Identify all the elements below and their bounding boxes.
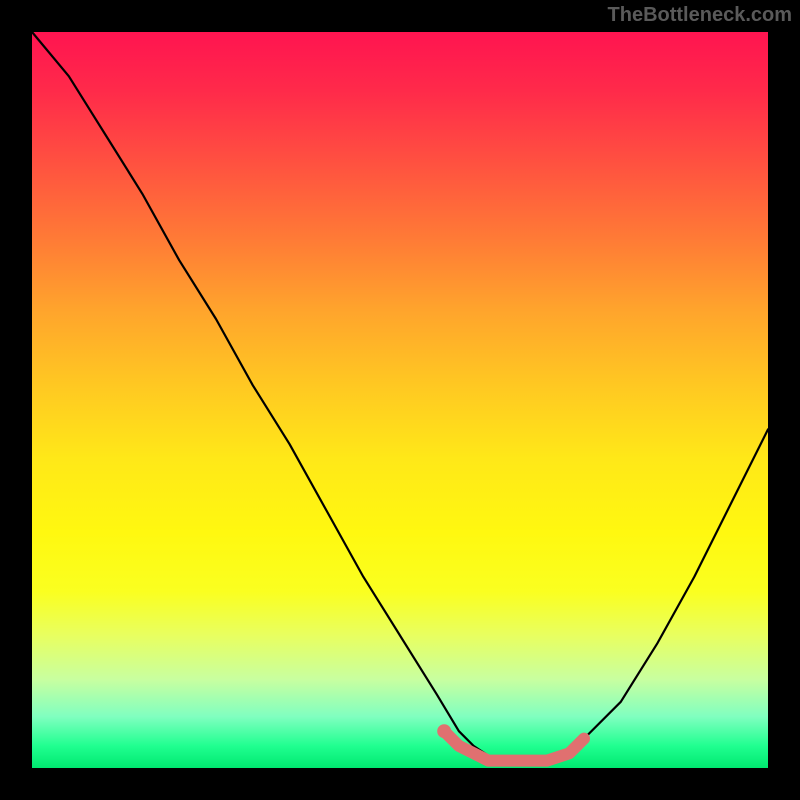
min-highlight-path <box>444 731 584 760</box>
bottleneck-curve-path <box>32 32 768 761</box>
chart-svg <box>32 32 768 768</box>
chart-plot-area <box>32 32 768 768</box>
watermark-text: TheBottleneck.com <box>608 4 792 27</box>
min-highlight-start-dot <box>437 724 451 738</box>
